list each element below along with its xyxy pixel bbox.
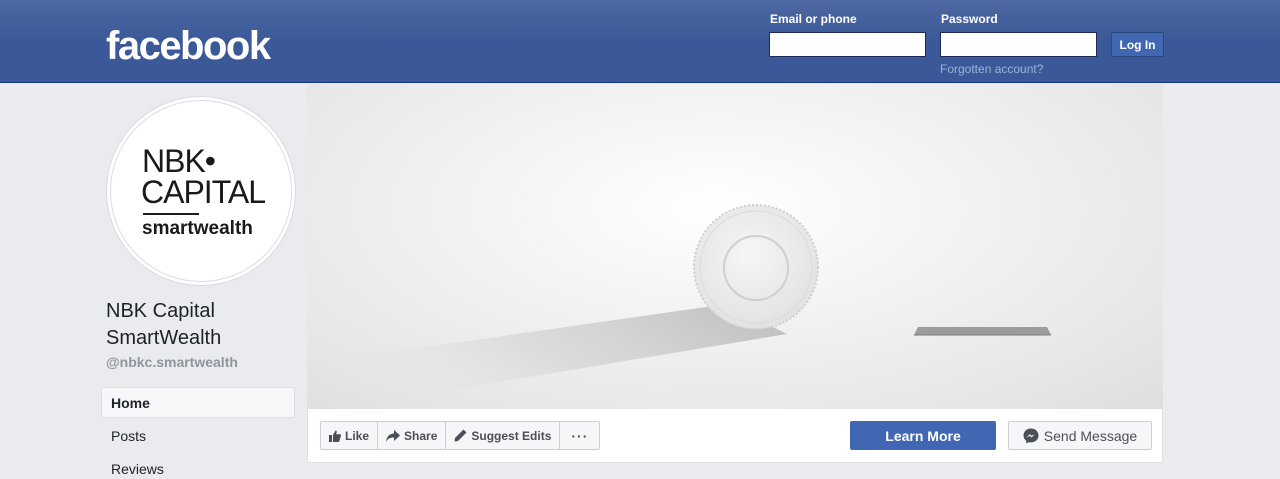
pencil-icon <box>454 429 467 442</box>
email-label: Email or phone <box>770 12 857 26</box>
page-action-bar: Like Share Suggest Edits ··· Learn More … <box>307 409 1163 463</box>
facebook-logo[interactable]: facebook <box>106 22 271 70</box>
share-label: Share <box>404 428 438 443</box>
share-arrow-icon <box>386 429 401 442</box>
password-label: Password <box>941 12 998 26</box>
cover-photo[interactable] <box>307 84 1163 409</box>
logo-text-capital: CAPITAL <box>141 174 266 210</box>
nav-item-posts[interactable]: Posts <box>101 420 295 451</box>
cover-illustration <box>307 204 1051 409</box>
send-message-button[interactable]: Send Message <box>1008 421 1152 450</box>
password-input[interactable] <box>940 32 1097 57</box>
page-handle[interactable]: @nbkc.smartwealth <box>106 354 238 370</box>
logo-divider <box>143 213 199 215</box>
logo-text-smartwealth: smartwealth <box>142 218 253 239</box>
learn-more-button[interactable]: Learn More <box>850 421 996 450</box>
profile-picture[interactable]: NBK• CAPITAL smartwealth <box>106 96 296 286</box>
nav-item-home[interactable]: Home <box>101 387 295 418</box>
thumbs-up-icon <box>329 430 341 442</box>
messenger-icon <box>1023 428 1039 443</box>
forgot-account-link[interactable]: Forgotten account? <box>940 62 1043 76</box>
like-button[interactable]: Like <box>321 422 379 449</box>
email-input[interactable] <box>769 32 926 57</box>
suggest-edits-label: Suggest Edits <box>471 428 552 443</box>
suggest-edits-button[interactable]: Suggest Edits <box>446 422 561 449</box>
like-label: Like <box>345 428 370 443</box>
top-bar: facebook Email or phone Password Log In … <box>0 0 1280 83</box>
login-button[interactable]: Log In <box>1111 32 1164 57</box>
profile-logo: NBK• CAPITAL smartwealth <box>110 100 292 282</box>
send-message-label: Send Message <box>1043 427 1138 444</box>
share-button[interactable]: Share <box>378 422 447 449</box>
nav-item-reviews[interactable]: Reviews <box>101 453 295 479</box>
logo-text-nbk: NBK• <box>142 143 216 179</box>
action-button-group: Like Share Suggest Edits ··· <box>320 421 601 450</box>
more-options-button[interactable]: ··· <box>560 422 599 449</box>
page-title[interactable]: NBK Capital SmartWealth <box>106 298 296 352</box>
